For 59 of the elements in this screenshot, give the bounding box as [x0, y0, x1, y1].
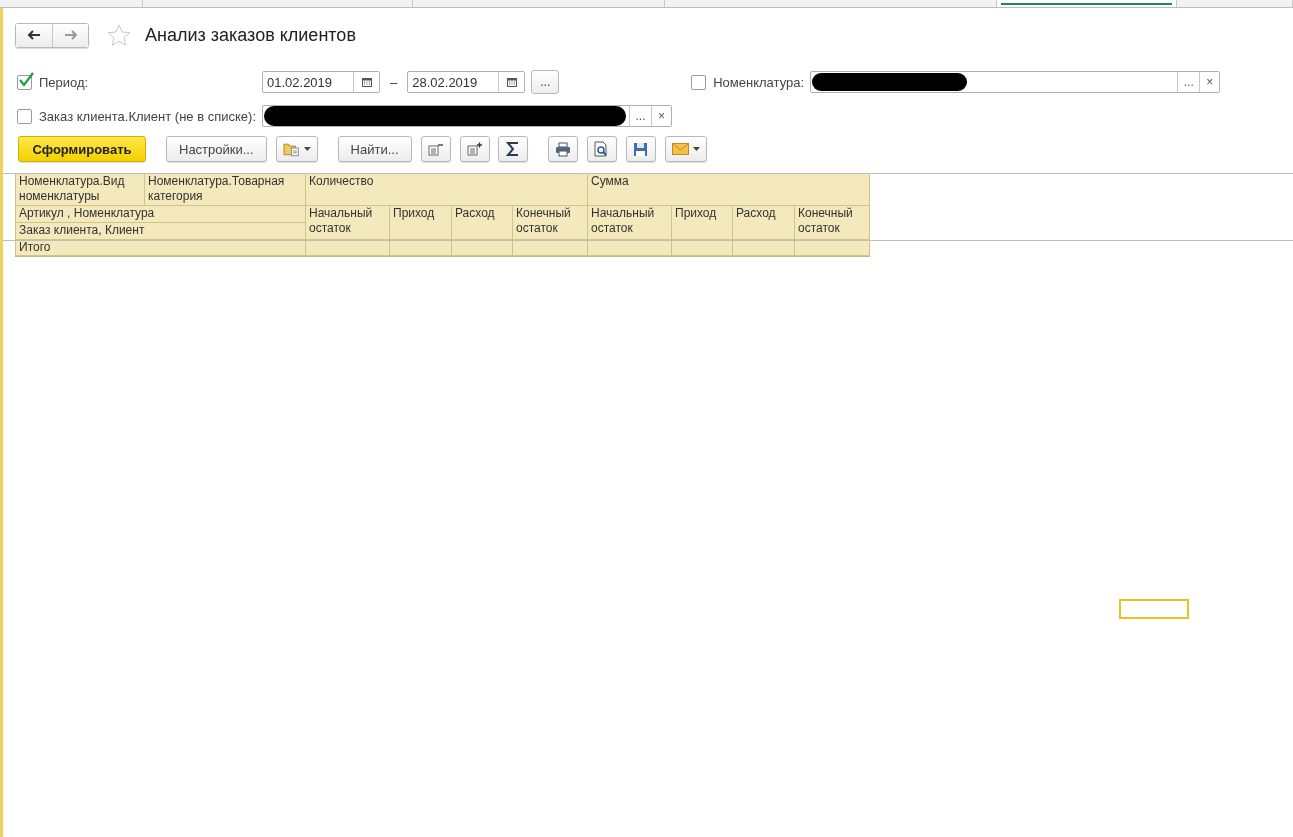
- print-button[interactable]: [547, 136, 578, 162]
- field-label: Номенклатура:: [713, 74, 805, 90]
- envelope-icon: [671, 143, 689, 155]
- preview-button[interactable]: [586, 136, 617, 162]
- save-button[interactable]: [625, 136, 656, 162]
- forward-arrow-icon: [63, 30, 78, 40]
- table-header-cell: Артикул , Номенклатура: [15, 206, 306, 223]
- preview-icon: [594, 141, 610, 157]
- generate-button[interactable]: Сформировать: [18, 136, 146, 162]
- client-field[interactable]: ... ×: [262, 105, 672, 127]
- calendar-icon: [361, 77, 372, 87]
- current-cell-cursor: [1119, 599, 1189, 619]
- table-header-cell: Начальный остаток: [306, 206, 390, 240]
- nomenclature-field[interactable]: ... ×: [810, 71, 1221, 93]
- calendar-icon: [506, 77, 517, 87]
- sum-button[interactable]: [497, 136, 528, 162]
- table-header-cell: Количество: [306, 174, 588, 206]
- table-header-cell: Расход: [733, 206, 795, 240]
- find-button[interactable]: Найти...: [337, 136, 412, 162]
- date-field[interactable]: 28.02.2019: [407, 71, 526, 93]
- clear-button[interactable]: ×: [1199, 72, 1220, 92]
- star-icon[interactable]: [107, 23, 131, 47]
- tab[interactable]: [997, 0, 1177, 7]
- print-icon: [554, 141, 571, 157]
- expand-icon: [466, 141, 483, 157]
- table-header-cell: Номенклатура.Товарная категория: [145, 174, 306, 206]
- calendar-button[interactable]: [353, 72, 379, 92]
- window-title: Анализ заказов клиентов: [145, 24, 356, 46]
- table-header-cell: Конечный остаток: [795, 206, 870, 240]
- report-variants-button[interactable]: [275, 136, 318, 162]
- period-select-button[interactable]: ...: [531, 70, 560, 94]
- caret-icon: [303, 147, 311, 151]
- folder-icon: [282, 141, 300, 157]
- date-field[interactable]: 01.02.2019: [262, 71, 380, 93]
- clear-button[interactable]: ×: [651, 106, 671, 126]
- collapse-icon: [427, 141, 444, 157]
- expand-button[interactable]: [459, 136, 490, 162]
- settings-button[interactable]: Настройки...: [166, 136, 267, 162]
- calendar-button[interactable]: [498, 72, 525, 92]
- collapse-button[interactable]: [420, 136, 451, 162]
- table-header-cell: Начальный остаток: [588, 206, 672, 240]
- checkbox[interactable]: [691, 74, 707, 90]
- field-label: Период:: [39, 74, 89, 90]
- table-header-cell: Конечный остаток: [513, 206, 588, 240]
- sigma-icon: [505, 141, 520, 157]
- dash-text: –: [390, 74, 398, 90]
- table-header-cell: Сумма: [588, 174, 870, 206]
- table-header-cell: Заказ клиента, Клиент: [15, 223, 306, 240]
- table-header-cell: Номенклатура.Вид номенклатуры: [15, 174, 145, 206]
- back-button[interactable]: [16, 23, 52, 47]
- table-header-cell: Приход: [390, 206, 452, 240]
- back-arrow-icon: [27, 30, 41, 40]
- checkbox[interactable]: [17, 108, 32, 124]
- checkbox[interactable]: [17, 74, 32, 90]
- caret-icon: [692, 147, 700, 151]
- table-header-cell: Расход: [452, 206, 513, 240]
- table-header-cell: Приход: [672, 206, 733, 240]
- field-label: Заказ клиента.Клиент (не в списке):: [39, 108, 257, 124]
- send-email-button[interactable]: [664, 136, 707, 162]
